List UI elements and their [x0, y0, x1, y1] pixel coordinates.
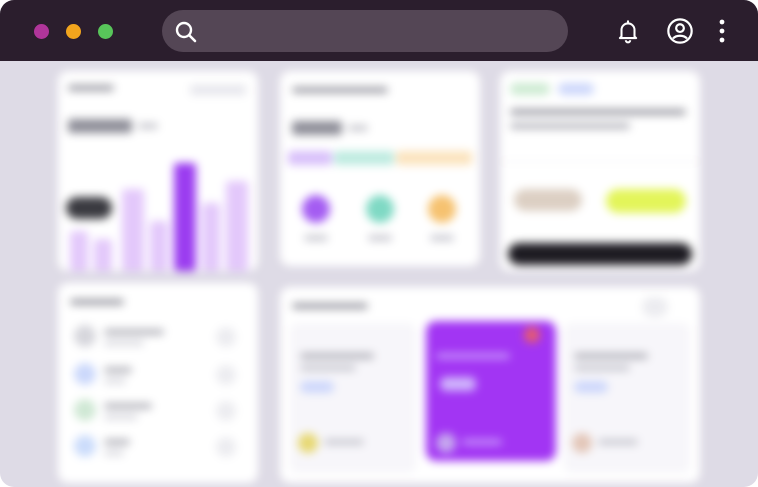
window-close-control[interactable] [34, 24, 49, 39]
stats-card [58, 71, 258, 271]
window-minimize-control[interactable] [66, 24, 81, 39]
promo-card [500, 71, 700, 271]
progress-card [280, 71, 480, 266]
board-card [280, 287, 700, 483]
dashboard-content [0, 61, 758, 487]
search-input[interactable] [206, 16, 560, 48]
title-bar [0, 0, 758, 61]
search-icon [175, 21, 197, 43]
window-maximize-control[interactable] [98, 24, 113, 39]
user-circle-icon[interactable] [666, 17, 694, 45]
search-bar[interactable] [162, 10, 568, 52]
more-vertical-icon[interactable] [708, 17, 736, 45]
bell-icon[interactable] [614, 17, 642, 45]
app-window [0, 0, 758, 487]
list-card [58, 283, 258, 483]
